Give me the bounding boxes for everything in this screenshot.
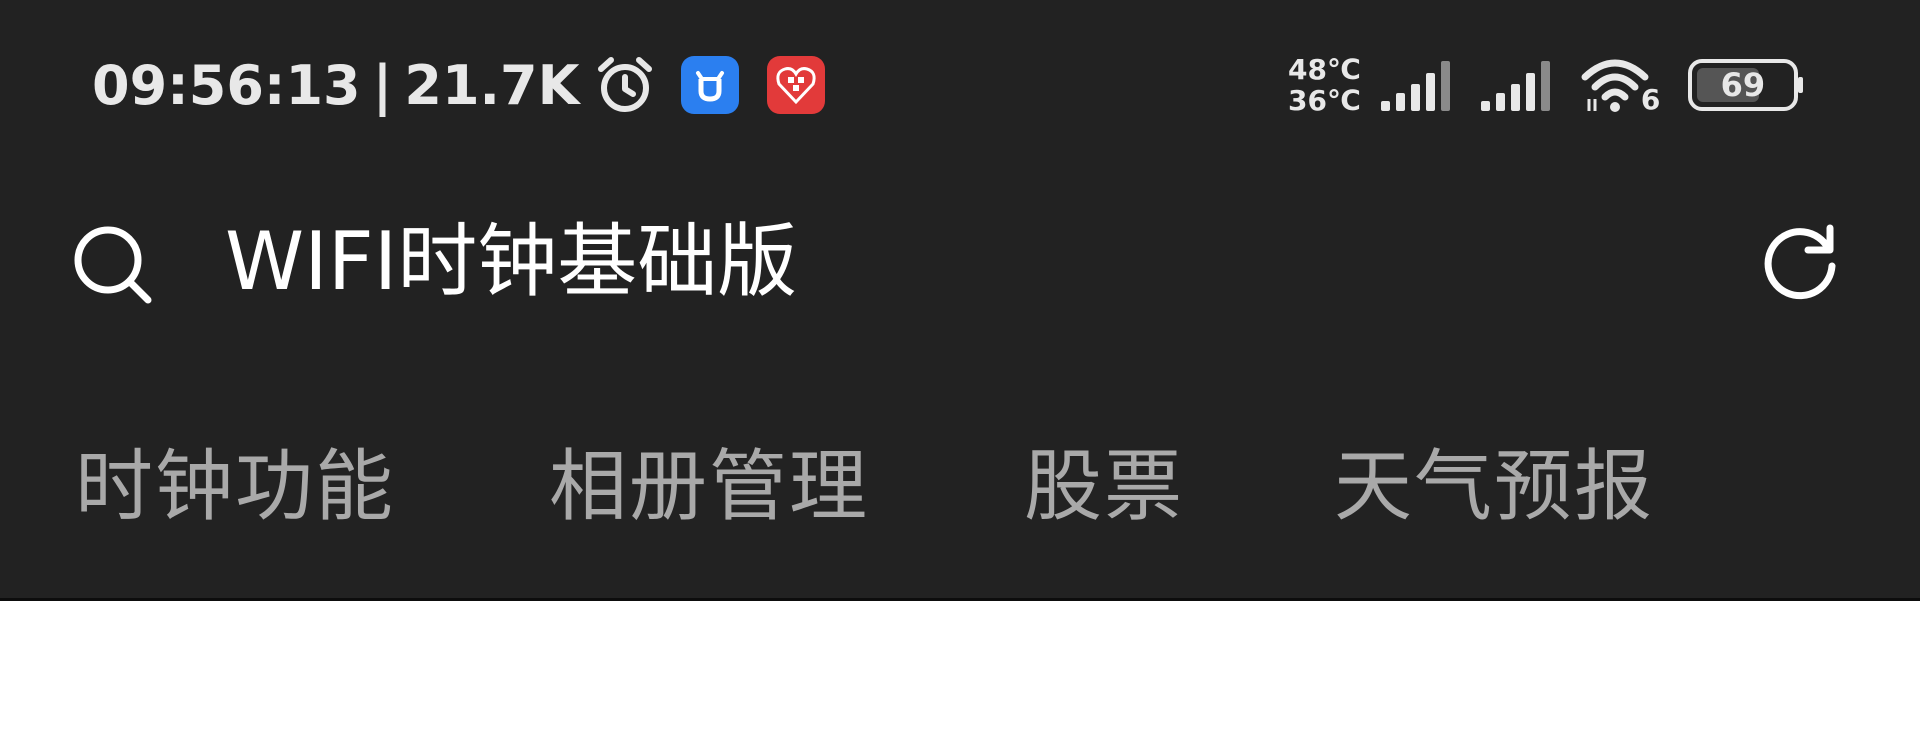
tab-weather-forecast[interactable]: 天气预报	[1334, 430, 1654, 532]
status-right: 48℃ 36℃ 6 69	[1288, 40, 1805, 130]
status-left: 09:56:13 | 21.7K	[92, 40, 826, 130]
wifi-label: 6	[1640, 83, 1661, 116]
status-separator: |	[372, 53, 393, 117]
red-app-icon	[767, 56, 826, 114]
temperature-low: 36℃	[1288, 84, 1361, 117]
temperature-high: 48℃	[1288, 53, 1361, 86]
tab-bar: 时钟功能 相册管理 股票 天气预报	[0, 430, 1920, 532]
wifi-indicator: 6	[1579, 53, 1665, 117]
signal-icon	[1480, 61, 1550, 111]
tab-clock-function[interactable]: 时钟功能	[75, 430, 395, 532]
content-area	[0, 601, 1920, 743]
tab-album-management[interactable]: 相册管理	[549, 430, 869, 532]
title-bar: WIFI时钟基础版	[0, 200, 1920, 310]
clock-time: 09:56:13	[92, 53, 361, 117]
signal-icon	[1380, 61, 1450, 111]
temperature-readout: 48℃ 36℃	[1288, 54, 1361, 116]
alarm-clock-icon	[598, 57, 653, 112]
blue-app-icon	[681, 56, 740, 114]
tab-stocks[interactable]: 股票	[1024, 430, 1184, 532]
page-title: WIFI时钟基础版	[225, 215, 798, 308]
refresh-icon[interactable]	[1758, 218, 1844, 304]
search-icon[interactable]	[68, 220, 158, 310]
network-speed: 21.7K	[404, 53, 580, 117]
status-bar: 09:56:13 | 21.7K 48℃ 36℃ 6 69	[0, 40, 1920, 130]
battery-indicator: 69	[1687, 58, 1805, 112]
battery-level: 69	[1720, 66, 1766, 104]
